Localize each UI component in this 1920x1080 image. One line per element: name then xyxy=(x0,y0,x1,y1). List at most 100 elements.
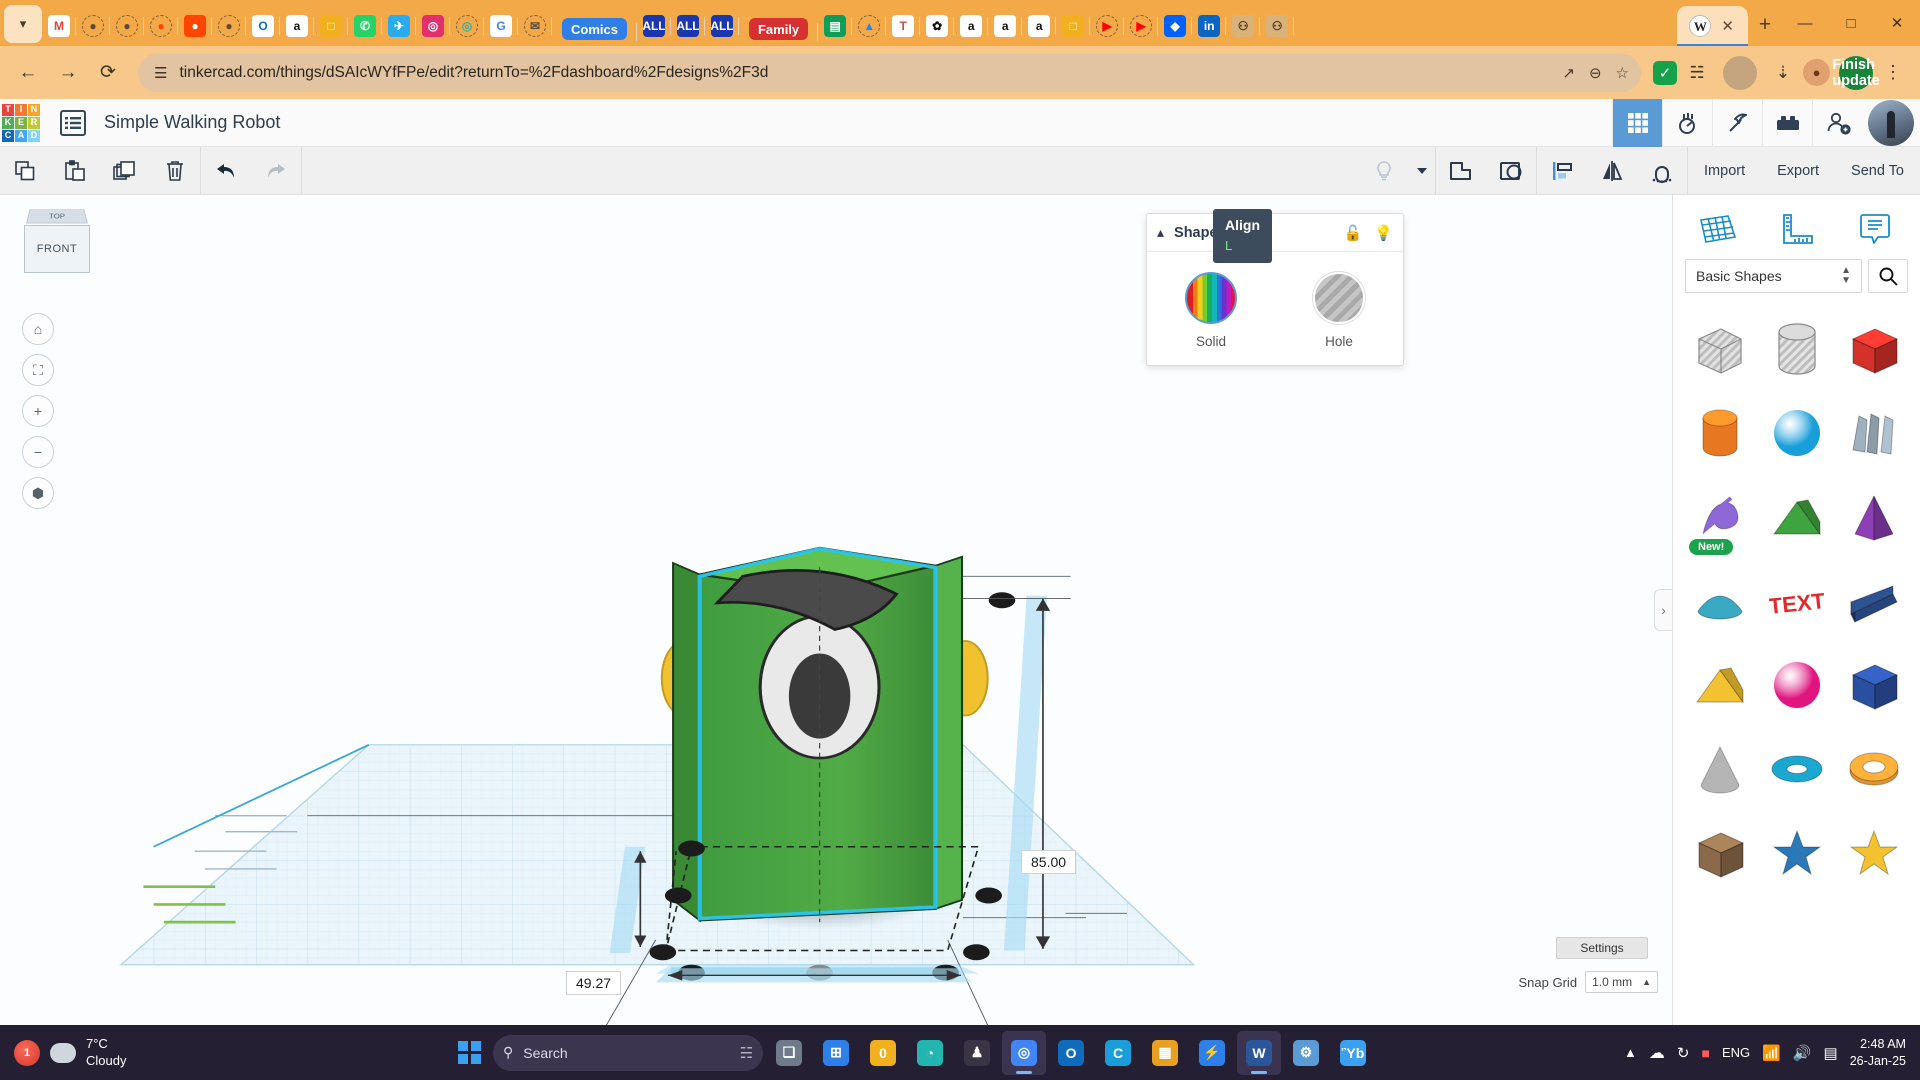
tray-chevron-up-icon[interactable]: ▲ xyxy=(1624,1045,1637,1060)
notes-icon[interactable] xyxy=(1849,209,1901,249)
invite-person-icon[interactable] xyxy=(1812,99,1862,147)
window-close-icon[interactable]: ✕ xyxy=(1874,0,1920,46)
group-button[interactable] xyxy=(1436,147,1486,195)
finish-update-button[interactable]: Finish update xyxy=(1839,56,1873,90)
tab-outlook[interactable]: O xyxy=(246,6,280,46)
zoom-out-icon[interactable]: ⊖ xyxy=(1589,64,1602,82)
taskbar-app-microsoft-store[interactable]: ⊞ xyxy=(814,1031,858,1075)
lightbulb-button[interactable] xyxy=(1359,147,1409,195)
paste-button[interactable] xyxy=(50,147,100,195)
shape-box-hatched[interactable] xyxy=(1681,307,1758,391)
taskbar-app-photos[interactable]: Ὓb xyxy=(1331,1031,1375,1075)
tab-openai[interactable]: ✿ xyxy=(920,6,954,46)
chevron-up-icon[interactable]: ▴ xyxy=(1157,224,1164,241)
brick-icon[interactable] xyxy=(1762,99,1812,147)
shape-roof-yellow[interactable] xyxy=(1681,643,1758,727)
tab-robot-2[interactable]: ⚇ xyxy=(1260,6,1294,46)
shape-box-blue[interactable] xyxy=(1835,643,1912,727)
side-dimension-label[interactable]: 49.27 xyxy=(566,971,621,995)
user-avatar[interactable] xyxy=(1868,100,1914,146)
taskbar-app-outlook[interactable]: O xyxy=(1049,1031,1093,1075)
tab-amazon-3[interactable]: a xyxy=(988,6,1022,46)
ungroup-button[interactable] xyxy=(1486,147,1536,195)
taskbar-search-input[interactable]: ⚲ Search ☵ xyxy=(493,1035,763,1071)
tab-amazon-4[interactable]: a xyxy=(1022,6,1056,46)
tab-amazon-2[interactable]: a xyxy=(954,6,988,46)
taskbar-app-edge-blue[interactable]: C xyxy=(1096,1031,1140,1075)
onedrive-cloud-icon[interactable]: ☁ xyxy=(1649,1043,1665,1063)
shape-roof-green[interactable] xyxy=(1758,475,1835,559)
close-tab-icon[interactable]: ✕ xyxy=(1721,19,1734,34)
shape-box-brown[interactable] xyxy=(1681,811,1758,895)
copilot-icon[interactable]: ☵ xyxy=(740,1044,753,1062)
extensions-puzzle-icon[interactable]: ☵ xyxy=(1680,56,1714,90)
shape-tube-orange[interactable] xyxy=(1835,727,1912,811)
taskbar-app-dark-app[interactable]: ♟ xyxy=(955,1031,999,1075)
tab-robot-1[interactable]: ⚇ xyxy=(1226,6,1260,46)
site-info-icon[interactable]: ☰ xyxy=(154,64,167,82)
view-cube-top[interactable]: TOP xyxy=(26,209,88,223)
tab-reddit-2[interactable]: ● xyxy=(178,6,212,46)
tab-notes[interactable]: □ xyxy=(314,6,348,46)
shape-sphere-pink[interactable] xyxy=(1758,643,1835,727)
tab-whatsapp[interactable]: ✆ xyxy=(348,6,382,46)
tab-allcomics-1[interactable]: ALL xyxy=(637,6,671,46)
redo-button[interactable] xyxy=(251,147,301,195)
tab-note-yellow[interactable]: □ xyxy=(1056,6,1090,46)
taskbar-app-file-explorer[interactable]: ὜0 xyxy=(861,1031,905,1075)
tab-tinkercad[interactable]: T xyxy=(886,6,920,46)
lightbulb-icon[interactable]: 💡 xyxy=(1374,224,1393,242)
tab-globe-2[interactable]: ● xyxy=(110,6,144,46)
alert-icon[interactable]: ■ xyxy=(1701,1045,1709,1061)
fit-all-button[interactable]: ⛶ xyxy=(22,354,54,386)
tab-globe-3[interactable]: ● xyxy=(212,6,246,46)
shape-torus-cyan[interactable] xyxy=(1758,727,1835,811)
ruler-icon[interactable] xyxy=(1770,209,1822,249)
shape-cylinder-orange[interactable] xyxy=(1681,391,1758,475)
send-to-button[interactable]: Send To xyxy=(1835,156,1920,186)
shape-box-red[interactable] xyxy=(1835,307,1912,391)
hole-option[interactable]: Hole xyxy=(1293,272,1385,349)
tab-family[interactable]: Family xyxy=(739,12,818,46)
tab-linkedin[interactable]: in xyxy=(1192,6,1226,46)
tab-google-translate[interactable]: G xyxy=(484,6,518,46)
tab-globe-1[interactable]: ● xyxy=(76,6,110,46)
view-cube[interactable]: TOP FRONT xyxy=(20,207,94,281)
panel-collapse-toggle[interactable]: › xyxy=(1654,589,1672,631)
project-menu-icon[interactable] xyxy=(60,110,86,136)
import-button[interactable]: Import xyxy=(1688,156,1761,186)
snap-grid-value-dropdown[interactable]: 1.0 mm ▲ xyxy=(1585,971,1658,993)
share-icon[interactable]: ↗ xyxy=(1562,64,1575,82)
height-dimension-label[interactable]: 85.00 xyxy=(1021,850,1076,874)
new-tab-button[interactable]: + xyxy=(1748,8,1782,42)
3d-viewport[interactable]: 85.00 49.27 58.00 0.00 73.73 TOP FRONT ⌂… xyxy=(0,195,1672,1025)
back-button[interactable]: ← xyxy=(10,55,46,91)
shape-search-button[interactable] xyxy=(1868,259,1908,293)
solid-option[interactable]: Solid xyxy=(1165,272,1257,349)
start-button[interactable] xyxy=(449,1033,489,1073)
forward-button[interactable]: → xyxy=(50,55,86,91)
codeblocks-pickaxe-icon[interactable] xyxy=(1712,99,1762,147)
reload-button[interactable]: ⟳ xyxy=(90,55,126,91)
lightbulb-dropdown[interactable] xyxy=(1409,147,1435,195)
tab-gmail[interactable]: M xyxy=(42,6,76,46)
taskbar-app-word[interactable]: W xyxy=(1237,1031,1281,1075)
undo-button[interactable] xyxy=(201,147,251,195)
tab-dropbox[interactable]: ◆ xyxy=(1158,6,1192,46)
browser-menu-icon[interactable]: ⋮ xyxy=(1876,56,1910,90)
taskbar-app-task-view[interactable]: ❑ xyxy=(767,1031,811,1075)
profile-avatar-icon[interactable]: ● xyxy=(1803,59,1830,86)
workplane-icon[interactable] xyxy=(1692,209,1744,249)
blocks-grid-icon[interactable] xyxy=(1612,99,1662,147)
tab-comics[interactable]: Comics xyxy=(552,12,637,46)
downloads-icon[interactable]: ⇣ xyxy=(1766,56,1800,90)
delete-button[interactable] xyxy=(150,147,200,195)
tinkercad-logo[interactable]: TINKERCAD xyxy=(0,99,38,147)
tab-telegram[interactable]: ✈ xyxy=(382,6,416,46)
unlock-icon[interactable]: 🔓 xyxy=(1344,224,1363,242)
mirror-button[interactable] xyxy=(1587,147,1637,195)
tab-allcomics-2[interactable]: ALL xyxy=(671,6,705,46)
shape-paraboloid-teal[interactable] xyxy=(1681,559,1758,643)
settings-button[interactable]: Settings xyxy=(1556,937,1648,959)
bookmark-star-icon[interactable]: ☆ xyxy=(1616,64,1629,82)
